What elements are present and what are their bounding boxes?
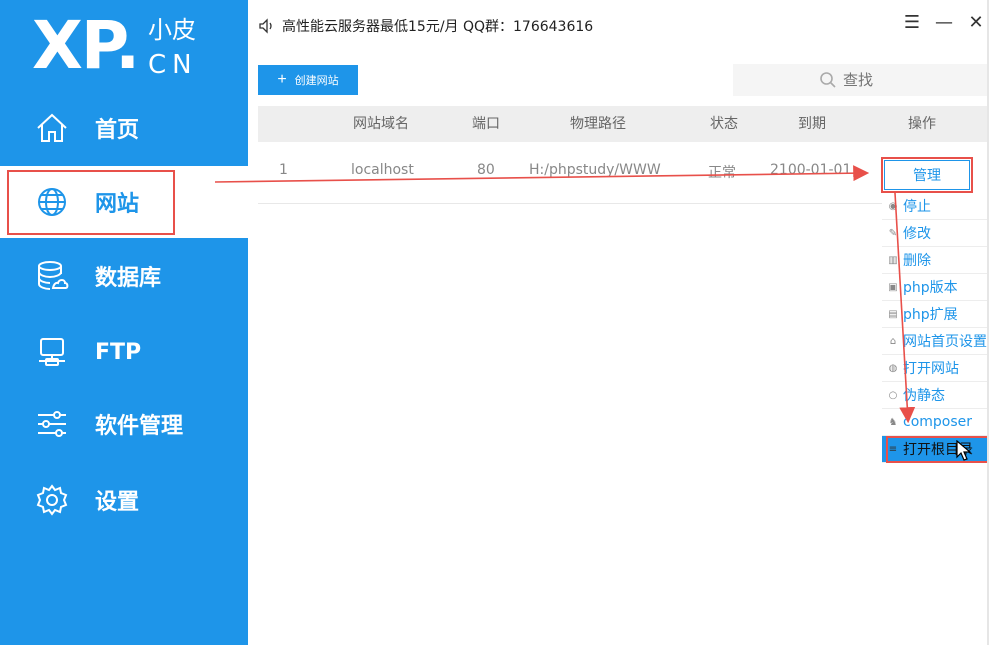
- logo-cn-bottom: CN: [148, 50, 198, 80]
- trash-icon: ▥: [888, 254, 898, 266]
- row-path: H:/phpstudy/WWW: [529, 162, 661, 178]
- annotation-box-open-root: [886, 436, 989, 463]
- homepage-icon: ⌂: [889, 335, 897, 347]
- row-domain: localhost: [351, 162, 414, 178]
- row-port: 80: [477, 162, 495, 178]
- speaker-icon: [259, 18, 272, 34]
- create-website-label: 创建网站: [294, 75, 339, 87]
- header-domain: 网站域名: [353, 116, 409, 132]
- menu-item-open-site[interactable]: ◍ 打开网站: [882, 355, 989, 382]
- menu-item-label: 删除: [903, 253, 931, 269]
- logo: XP. 小皮 CN: [32, 10, 232, 90]
- header-path: 物理路径: [570, 116, 626, 132]
- search-icon: [820, 72, 836, 88]
- php-version-icon: ▣: [888, 281, 898, 293]
- menu-item-label: 停止: [903, 199, 931, 215]
- header-actions: 操作: [908, 116, 936, 132]
- home-icon: [33, 109, 71, 147]
- header-expiry: 到期: [798, 116, 826, 132]
- menu-item-composer[interactable]: ♞ composer: [882, 409, 989, 436]
- plus-icon: +: [277, 71, 287, 88]
- menu-item-label: composer: [903, 414, 973, 430]
- row-expiry: 2100-01-01: [770, 162, 852, 178]
- menu-item-homepage-settings[interactable]: ⌂ 网站首页设置: [882, 328, 989, 355]
- sidebar-item-label: 软件管理: [95, 414, 184, 439]
- sidebar-item-software[interactable]: 软件管理: [0, 390, 248, 458]
- annotation-box-manage: [881, 157, 973, 193]
- menu-item-label: php扩展: [903, 307, 958, 323]
- logo-main: XP.: [32, 7, 140, 84]
- gear-icon: [33, 481, 71, 519]
- composer-icon: ♞: [888, 416, 898, 428]
- sidebar-item-label: 首页: [95, 118, 140, 143]
- menu-item-label: 修改: [903, 226, 931, 242]
- menu-item-php-version[interactable]: ▣ php版本: [882, 274, 989, 301]
- logo-cn-top: 小皮: [148, 16, 196, 44]
- database-icon: [33, 257, 71, 295]
- sidebar: XP. 小皮 CN 首页 网站 数据库 FTP 软件管理 设置: [0, 0, 248, 645]
- mouse-cursor-icon: [956, 440, 972, 461]
- rewrite-icon: ○: [888, 389, 898, 401]
- sidebar-item-label: FTP: [95, 339, 142, 365]
- sidebar-item-label: 设置: [95, 490, 140, 515]
- create-website-button[interactable]: + 创建网站: [258, 65, 358, 95]
- menu-item-edit[interactable]: ✎ 修改: [882, 220, 989, 247]
- sidebar-item-database[interactable]: 数据库: [0, 242, 248, 310]
- php-extension-icon: ▤: [888, 308, 898, 320]
- menu-item-php-extension[interactable]: ▤ php扩展: [882, 301, 989, 328]
- menu-item-label: 打开网站: [903, 361, 959, 377]
- stop-icon: ◉: [888, 200, 898, 212]
- edit-icon: ✎: [888, 227, 898, 239]
- menu-icon[interactable]: ☰: [903, 12, 921, 33]
- sidebar-item-home[interactable]: 首页: [0, 94, 248, 162]
- menu-item-rewrite[interactable]: ○ 伪静态: [882, 382, 989, 409]
- search-box[interactable]: [733, 64, 989, 96]
- row-status: 正常: [708, 165, 736, 181]
- row-index: 1: [279, 162, 288, 178]
- window-controls: ☰ — ✕: [903, 12, 989, 33]
- search-input[interactable]: [843, 71, 963, 89]
- menu-item-label: 伪静态: [903, 388, 945, 404]
- annotation-box-website: [7, 170, 175, 235]
- header-status: 状态: [710, 116, 738, 132]
- sidebar-item-ftp[interactable]: FTP: [0, 318, 248, 386]
- minimize-icon[interactable]: —: [935, 12, 953, 33]
- close-icon[interactable]: ✕: [967, 12, 985, 33]
- table-header: 网站域名 端口 物理路径 状态 到期 操作: [258, 106, 989, 142]
- notice-text: 高性能云服务器最低15元/月 QQ群：176643616: [282, 19, 594, 35]
- sidebar-item-label: 数据库: [95, 266, 162, 291]
- menu-item-stop[interactable]: ◉ 停止: [882, 193, 989, 220]
- manage-dropdown-menu: ◉ 停止 ✎ 修改 ▥ 删除 ▣ php版本 ▤ php扩展 ⌂ 网站首页设置 …: [882, 193, 989, 463]
- ftp-icon: [33, 333, 71, 371]
- header-port: 端口: [472, 116, 500, 132]
- menu-item-delete[interactable]: ▥ 删除: [882, 247, 989, 274]
- open-site-icon: ◍: [888, 362, 898, 374]
- top-bar: 高性能云服务器最低15元/月 QQ群：176643616 ☰ — ✕: [248, 0, 989, 52]
- table-row[interactable]: 1 localhost 80 H:/phpstudy/WWW 正常 2100-0…: [258, 142, 989, 204]
- menu-item-label: 网站首页设置: [903, 334, 987, 350]
- sliders-icon: [33, 405, 71, 443]
- sidebar-item-settings[interactable]: 设置: [0, 466, 248, 534]
- menu-item-label: php版本: [903, 280, 958, 296]
